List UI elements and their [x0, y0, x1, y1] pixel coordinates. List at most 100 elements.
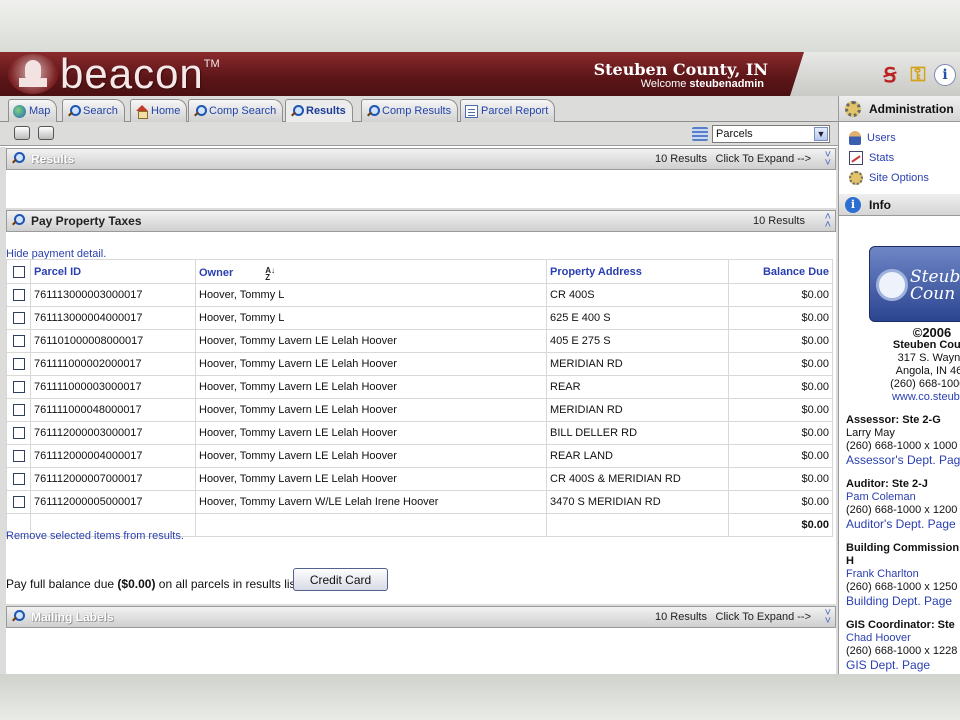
row-checkbox[interactable]	[12, 473, 25, 486]
owner-cell: Hoover, Tommy L	[195, 283, 547, 307]
magnifier-icon	[193, 104, 207, 118]
address-line-1: 317 S. Wayne	[897, 352, 960, 364]
info-icon[interactable]: i	[934, 63, 960, 87]
expand-chevron-icon[interactable]: ˅ ˅	[825, 608, 831, 627]
row-checkbox[interactable]	[12, 335, 25, 348]
beacon-app: beacon TM Steuben County, IN Welcome ste…	[0, 52, 960, 674]
key-icon[interactable]: ⚿	[906, 63, 930, 87]
expand-chevron-icon[interactable]: ˅ ˅	[825, 150, 831, 169]
parcel-id-cell: 761111000003000017	[30, 375, 196, 399]
contact-phone: (260) 668-1000 x 1200	[846, 504, 958, 516]
tab-search[interactable]: Search	[62, 99, 125, 122]
owner-cell: Hoover, Tommy Lavern LE Lelah Hoover	[195, 352, 547, 376]
county-website-link[interactable]: www.co.steuben	[892, 391, 960, 403]
contact-list: Assessor: Ste 2-G Larry May (260) 668-1000…	[839, 414, 960, 673]
logo-text: beacon	[60, 50, 204, 97]
dept-page-link[interactable]: GIS Dept. Page	[846, 658, 960, 673]
tab-bar: Map Search Home Comp Search Results Comp…	[0, 96, 838, 122]
owner-cell: Hoover, Tommy Lavern LE Lelah Hoover	[195, 375, 547, 399]
column-header-owner[interactable]: Owner A↓ Z	[195, 259, 547, 284]
magnifier-icon	[290, 104, 304, 118]
table-row: 761112000004000017 Hoover, Tommy Lavern L…	[6, 444, 833, 468]
table-row: 761113000004000017 Hoover, Tommy L 625 E 4…	[6, 306, 833, 330]
contact-name[interactable]: Frank Charlton	[846, 568, 960, 581]
column-label: Owner	[199, 267, 234, 279]
address-cell: CR 400S & MERIDIAN RD	[546, 467, 729, 491]
tab-parcel-report[interactable]: Parcel Report	[460, 99, 556, 122]
dept-page-link[interactable]: Auditor's Dept. Page	[846, 517, 960, 532]
collapse-chevron-icon[interactable]: ˄ ˄	[825, 212, 831, 231]
credit-card-button[interactable]: Credit Card	[293, 568, 388, 591]
contact-name[interactable]: Chad Hoover	[846, 632, 960, 645]
contact-title-cont: H	[846, 555, 854, 567]
print-icon[interactable]	[38, 126, 54, 140]
county-info-block: ©2006 Steuben Count 317 S. Wayne Angola,…	[867, 326, 960, 404]
parcel-id-cell: 761112000004000017	[30, 444, 196, 468]
table-row: 761111000048000017 Hoover, Tommy Lavern L…	[6, 398, 833, 422]
row-checkbox[interactable]	[12, 289, 25, 302]
welcome-message: Welcome steubenadmin	[560, 78, 764, 90]
owner-cell: Hoover, Tommy Lavern LE Lelah Hoover	[195, 467, 547, 491]
row-select-cell	[6, 375, 31, 399]
gear-icon	[845, 100, 861, 117]
globe-icon	[13, 104, 26, 118]
print-preview-icon[interactable]	[14, 126, 30, 140]
administration-title: Administration	[869, 101, 954, 116]
contact-name[interactable]: Pam Coleman	[846, 491, 960, 504]
remove-selected-link[interactable]: Remove selected items from results.	[6, 530, 184, 542]
column-header-property-address[interactable]: Property Address	[546, 259, 729, 284]
tab-map[interactable]: Map	[8, 99, 58, 122]
balance-cell: $0.00	[728, 421, 833, 445]
row-checkbox[interactable]	[12, 404, 25, 417]
row-checkbox[interactable]	[12, 358, 25, 371]
dept-page-link[interactable]: Assessor's Dept. Page	[846, 453, 960, 468]
chevron-down-icon[interactable]: ▼	[814, 127, 828, 141]
layer-select[interactable]: Parcels ▼	[712, 125, 830, 143]
balance-cell: $0.00	[728, 306, 833, 330]
owner-cell: Hoover, Tommy L	[195, 306, 547, 330]
select-all-cell	[6, 259, 31, 284]
contact-entry: Building Commission H Frank Charlton (260) …	[839, 542, 960, 609]
admin-link-users[interactable]: Users	[839, 128, 960, 148]
mailing-labels-section-header[interactable]: Mailing Labels 10 Results Click To Expan…	[6, 606, 836, 628]
contact-entry: Auditor: Ste 2-J Pam Coleman (260) 668-100…	[839, 478, 960, 532]
admin-link-label: Users	[867, 132, 896, 144]
tab-label: Comp Search	[209, 105, 277, 117]
row-checkbox[interactable]	[12, 450, 25, 463]
expand-link[interactable]: Click To Expand -->	[716, 611, 811, 623]
dept-page-link[interactable]: Building Dept. Page	[846, 594, 960, 609]
pay-amount: ($0.00)	[117, 577, 156, 591]
tab-home[interactable]: Home	[130, 99, 188, 122]
tab-comp-search[interactable]: Comp Search	[188, 99, 284, 122]
parcel-id-cell: 761112000005000017	[30, 490, 196, 514]
row-checkbox[interactable]	[12, 427, 25, 440]
address-cell: BILL DELLER RD	[546, 421, 729, 445]
schneider-logo-icon[interactable]: Ꞩ	[878, 63, 902, 87]
expand-link[interactable]: Click To Expand -->	[716, 153, 811, 165]
parcel-id-cell: 761113000004000017	[30, 306, 196, 330]
admin-link-site-options[interactable]: Site Options	[839, 168, 960, 188]
row-checkbox[interactable]	[12, 381, 25, 394]
pay-taxes-section-header[interactable]: Pay Property Taxes 10 Results ˄ ˄	[6, 210, 836, 232]
column-header-parcel-id[interactable]: Parcel ID	[30, 259, 196, 284]
tab-results[interactable]: Results	[285, 99, 353, 122]
desktop-background-bottom	[0, 674, 960, 720]
results-section-header[interactable]: Results 10 Results Click To Expand --> ˅…	[6, 148, 836, 170]
contact-phone: (260) 668-1000 x 1000	[846, 440, 958, 452]
county-seal-logo: Steub Coun	[869, 246, 960, 322]
home-icon	[135, 104, 148, 119]
magnifier-icon	[11, 152, 27, 166]
contact-phone: (260) 668-1000 x 1250	[846, 581, 958, 593]
column-header-balance-due[interactable]: Balance Due	[728, 259, 833, 284]
owner-cell: Hoover, Tommy Lavern LE Lelah Hoover	[195, 444, 547, 468]
row-checkbox[interactable]	[12, 312, 25, 325]
pay-full-balance-text: Pay full balance due ($0.00) on all parc…	[6, 577, 315, 591]
admin-link-stats[interactable]: Stats	[839, 148, 960, 168]
info-title: Info	[869, 197, 891, 212]
select-all-checkbox[interactable]	[12, 265, 25, 278]
sort-az-icon[interactable]: A↓ Z	[265, 267, 275, 282]
row-checkbox[interactable]	[12, 496, 25, 509]
balance-cell: $0.00	[728, 467, 833, 491]
address-cell: MERIDIAN RD	[546, 352, 729, 376]
tab-comp-results[interactable]: Comp Results	[361, 99, 459, 122]
